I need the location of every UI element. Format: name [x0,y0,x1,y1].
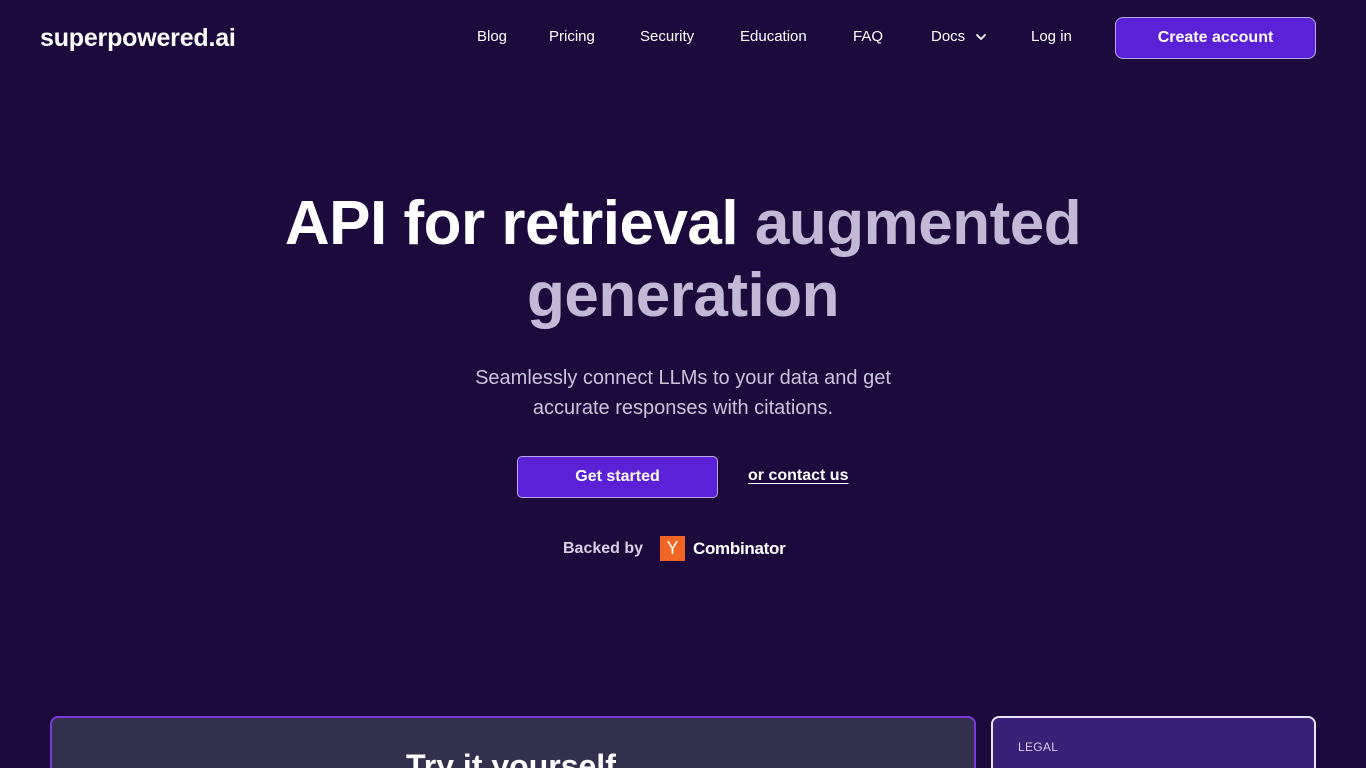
nav-login[interactable]: Log in [1031,28,1072,45]
legal-label: LEGAL [1018,740,1059,754]
landing-page: superpowered.ai Blog Pricing Security Ed… [0,0,1366,768]
hero-title-part3: generation [527,261,839,330]
contact-us-link[interactable]: or contact us [748,467,848,485]
chevron-down-icon [976,33,987,40]
nav-education[interactable]: Education [740,28,807,45]
hero-subtitle-line2: accurate responses with citations. [532,397,834,419]
nav-docs-label: Docs [931,28,966,45]
yc-letter: Y [666,538,679,558]
legal-card: LEGAL [991,716,1316,768]
hero-title-part2: augmented [754,189,1082,258]
nav-faq[interactable]: FAQ [853,28,883,45]
hero-title: API for retrieval augmented generation [0,188,1366,332]
hero-subtitle: Seamlessly connect LLMs to your data and… [0,363,1366,423]
nav-security[interactable]: Security [640,28,694,45]
nav-pricing[interactable]: Pricing [549,28,595,45]
get-started-button[interactable]: Get started [517,456,718,498]
y-combinator-logo-icon: Y [660,536,685,561]
backed-by-label: Backed by [563,540,644,557]
hero-subtitle-line1: Seamlessly connect LLMs to your data and… [475,367,891,389]
try-it-card: Try it yourself [50,716,976,768]
brand-logo[interactable]: superpowered.ai [40,24,236,53]
nav-docs-dropdown[interactable]: Docs [931,28,987,45]
hero-title-part1: API for retrieval [284,189,739,258]
y-combinator-name: Combinator [693,539,786,558]
try-it-title: Try it yourself [406,748,616,768]
nav-blog[interactable]: Blog [477,28,507,45]
create-account-button[interactable]: Create account [1115,17,1316,59]
